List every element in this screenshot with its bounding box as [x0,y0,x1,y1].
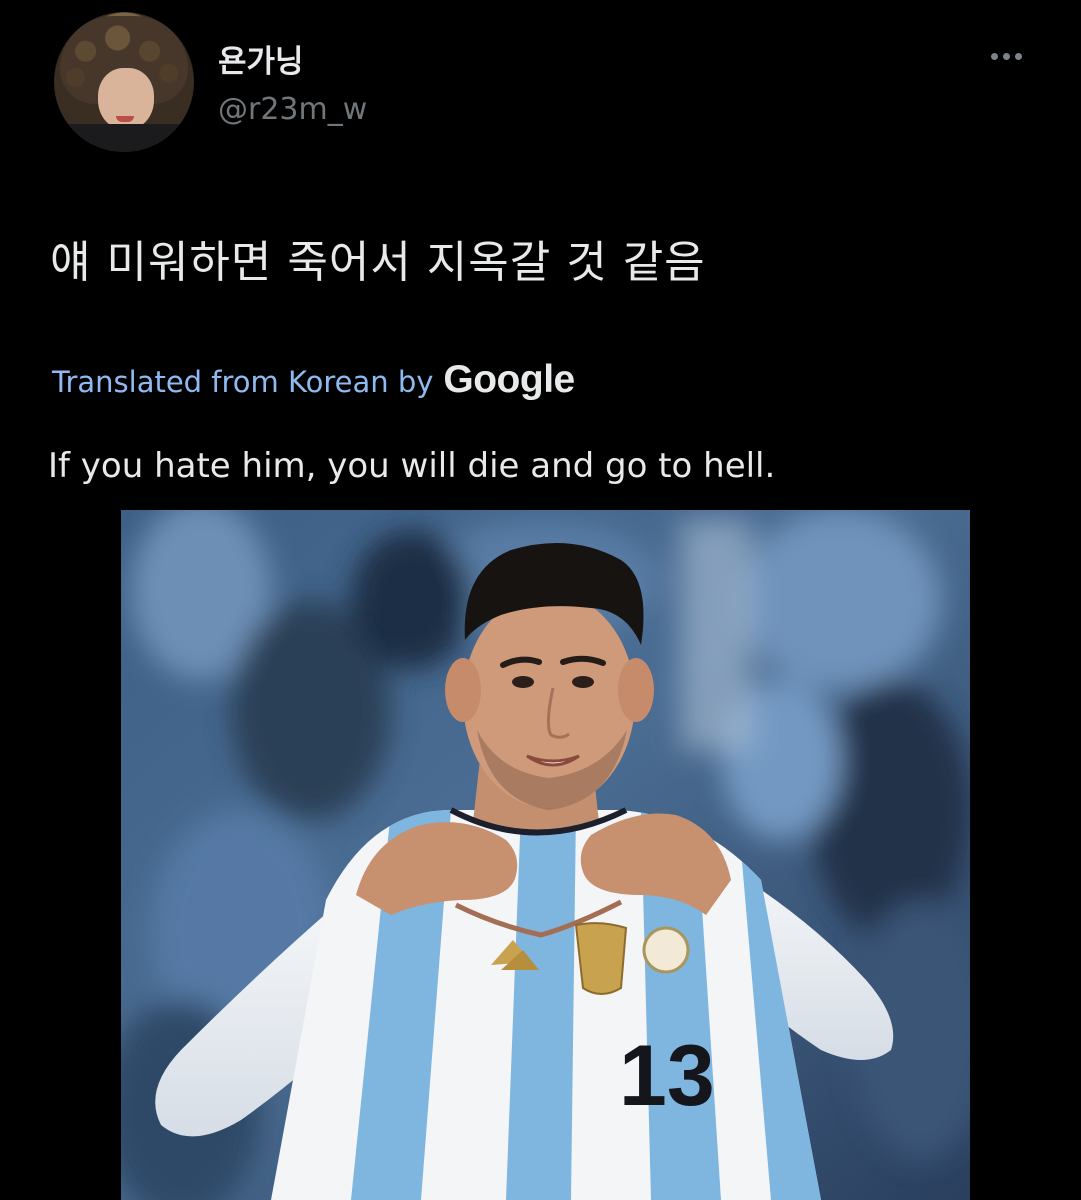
tweet-text: 얘 미워하면 죽어서 지옥갈 것 같음 [50,237,706,288]
jersey-number: 13 [619,1028,715,1124]
tweet-media-photo[interactable]: 13 [121,510,970,1200]
more-options-icon[interactable] [982,42,1030,70]
more-dot [1002,52,1010,60]
author-avatar[interactable] [54,12,194,152]
translated-from-link[interactable]: Translated from Korean by [52,365,433,399]
avatar-shirt [54,124,194,152]
author-display-name[interactable]: 욘가닝 [218,36,304,81]
more-dot [1014,52,1022,60]
translated-text: If you hate him, you will die and go to … [48,446,776,486]
translation-attribution: Translated from Korean by Google [52,358,575,402]
author-handle[interactable]: @r23m_w [218,92,367,127]
more-dot [990,52,998,60]
google-logo: Google [443,358,575,401]
face [463,592,635,808]
player-photo: 13 [121,510,970,1200]
